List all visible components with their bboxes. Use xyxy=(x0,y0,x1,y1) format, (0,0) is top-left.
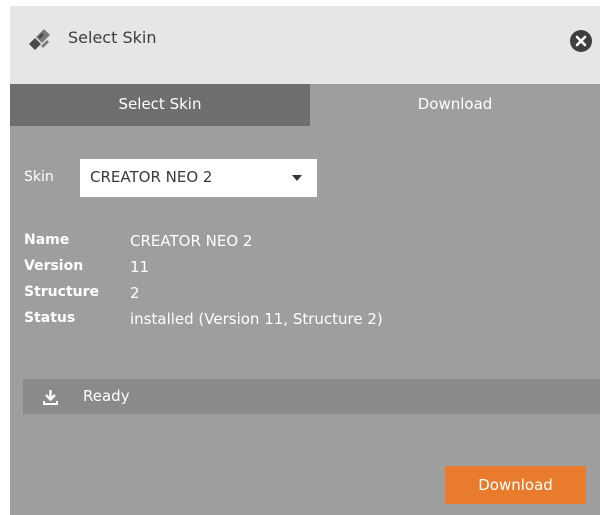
info-key: Structure xyxy=(24,284,100,300)
info-value: CREATOR NEO 2 xyxy=(130,232,253,250)
download-icon xyxy=(43,389,58,405)
title-bar: Select Skin xyxy=(10,6,600,84)
skin-label: Skin xyxy=(24,169,54,185)
info-key: Version xyxy=(24,258,84,274)
close-icon xyxy=(575,35,587,47)
info-key: Name xyxy=(24,232,70,248)
info-value: 11 xyxy=(130,258,150,276)
skin-dropdown[interactable]: CREATOR NEO 2 xyxy=(80,159,317,197)
chevron-down-icon xyxy=(292,175,302,181)
status-text: Ready xyxy=(83,387,130,405)
tab-download[interactable]: Download xyxy=(310,84,600,126)
info-value: installed (Version 11, Structure 2) xyxy=(130,310,383,328)
tab-bar: Select Skin Download xyxy=(10,84,600,126)
select-skin-dialog: Select Skin Select Skin Download Skin CR… xyxy=(10,6,600,515)
close-button[interactable] xyxy=(570,30,592,52)
download-button[interactable]: Download xyxy=(445,466,586,504)
skin-dropdown-value: CREATOR NEO 2 xyxy=(90,168,213,186)
brush-icon xyxy=(26,27,52,53)
info-key: Status xyxy=(24,310,76,326)
info-value: 2 xyxy=(130,284,140,302)
status-bar: Ready xyxy=(23,379,600,414)
dialog-title: Select Skin xyxy=(68,28,157,47)
tab-select-skin[interactable]: Select Skin xyxy=(10,84,310,126)
